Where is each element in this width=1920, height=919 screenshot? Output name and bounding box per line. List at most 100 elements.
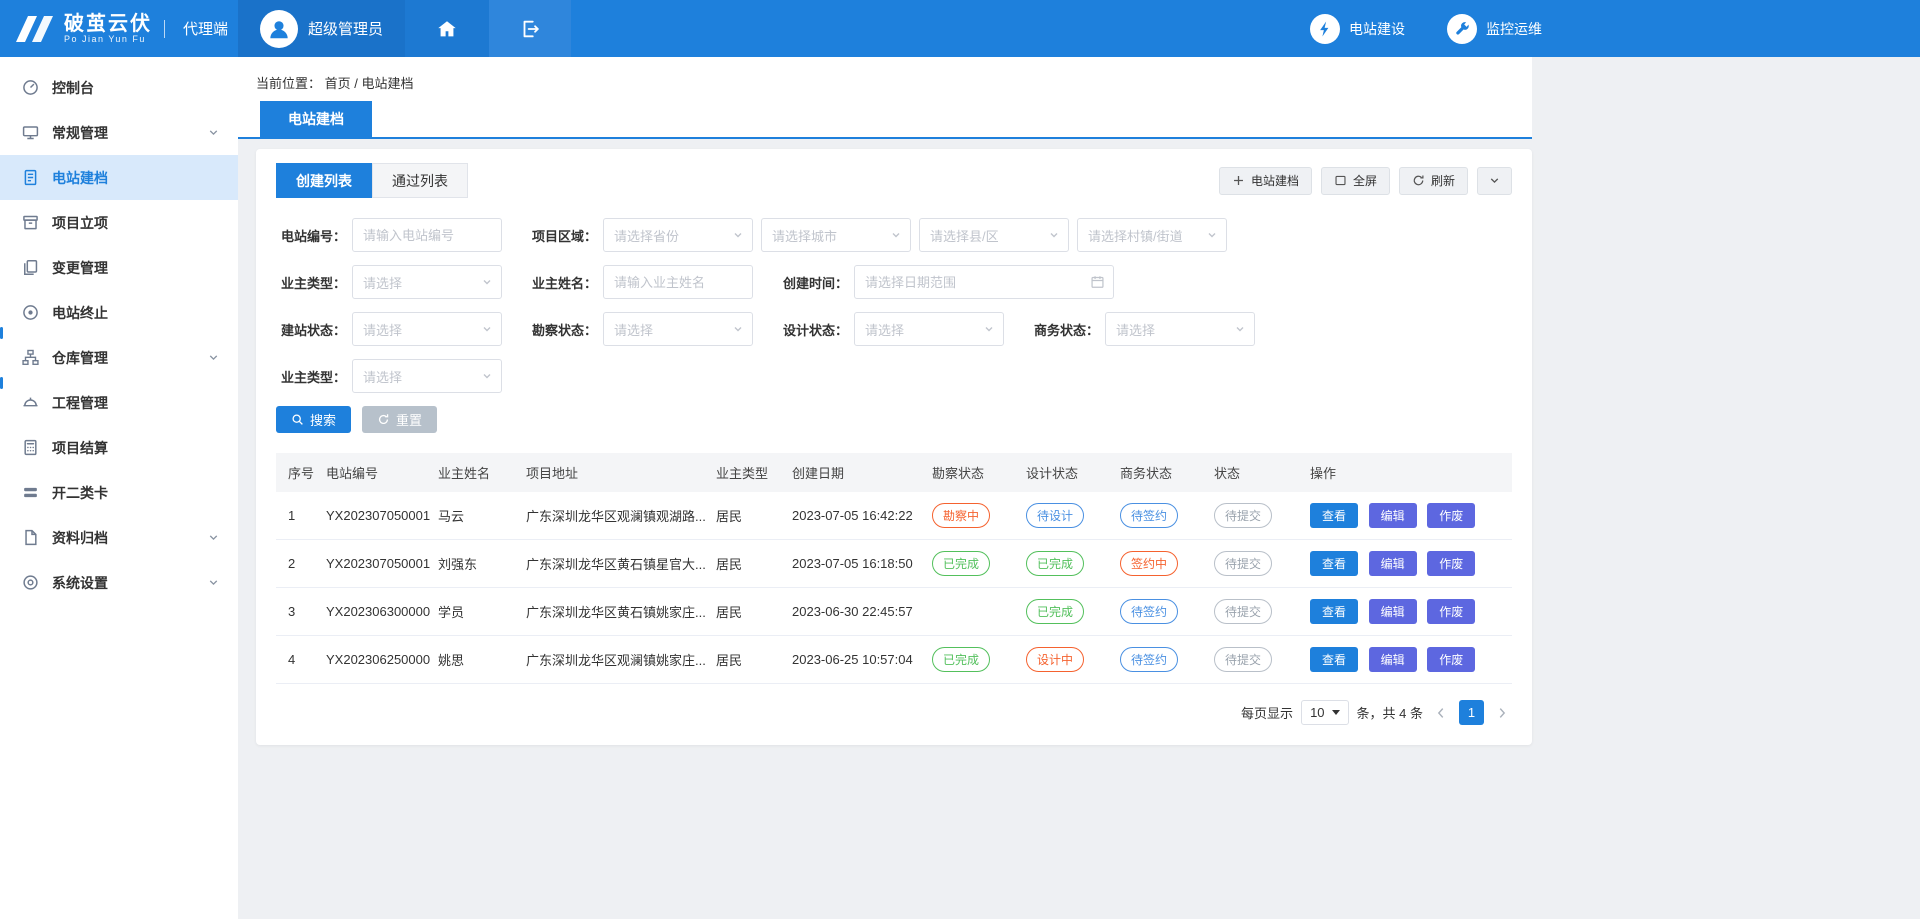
view-button[interactable]: 查看 (1310, 647, 1358, 672)
nav-station-construction[interactable]: 电站建设 (1310, 14, 1405, 44)
sidebar-item-label: 开二类卡 (52, 483, 108, 503)
sidebar-item-settings[interactable]: 系统设置 (0, 560, 238, 605)
chevron-down-icon (207, 351, 220, 364)
sidebar-item-station-filing[interactable]: 电站建档 (0, 155, 238, 200)
sidebar-item-engineering[interactable]: 工程管理 (0, 380, 238, 425)
nav-monitoring-label: 监控运维 (1486, 19, 1542, 39)
total-count-text: 条，共 4 条 (1357, 703, 1423, 722)
chevron-right-icon (1495, 706, 1509, 720)
refresh-label: 刷新 (1431, 172, 1455, 189)
build-status-select[interactable]: 请选择 (352, 312, 502, 346)
status-badge: 待提交 (1214, 551, 1272, 576)
breadcrumb-home-link[interactable]: 首页 (325, 76, 351, 91)
user-menu[interactable]: 超级管理员 (238, 0, 405, 57)
tab-passed-list[interactable]: 通过列表 (372, 163, 468, 198)
cell-code: YX2023070500010 (318, 540, 430, 588)
prev-page-button[interactable] (1431, 706, 1451, 720)
void-button[interactable]: 作废 (1427, 551, 1475, 576)
breadcrumb-separator: / (354, 76, 358, 91)
create-time-input[interactable] (854, 265, 1114, 299)
cell-code: YX2023063000009 (318, 588, 430, 636)
view-button[interactable]: 查看 (1310, 503, 1358, 528)
void-button[interactable]: 作废 (1427, 503, 1475, 528)
portal-label: 代理端 (183, 18, 228, 39)
search-button[interactable]: 搜索 (276, 406, 351, 433)
view-button[interactable]: 查看 (1310, 551, 1358, 576)
reset-label: 重置 (396, 410, 422, 429)
header-nav: 电站建设 监控运维 (1310, 0, 1920, 57)
edit-button[interactable]: 编辑 (1369, 551, 1417, 576)
cell-owner: 刘强东 (430, 540, 518, 588)
design-status-select[interactable]: 请选择 (854, 312, 1004, 346)
logout-button[interactable] (489, 0, 571, 57)
city-select[interactable]: 请选择城市 (761, 218, 911, 252)
col-type: 业主类型 (708, 453, 784, 492)
sidebar-item-change-management[interactable]: 变更管理 (0, 245, 238, 290)
province-select[interactable]: 请选择省份 (603, 218, 753, 252)
filter-form: 电站编号： 项目区域： 请选择省份 请选择城市 请选择县/区 请选择村镇/街道 … (276, 218, 1512, 433)
sidebar-item-station-termination[interactable]: 电站终止 (0, 290, 238, 335)
home-button[interactable] (405, 0, 489, 57)
station-code-input[interactable] (352, 218, 502, 252)
col-design: 设计状态 (1018, 453, 1112, 492)
business-status-placeholder: 请选择 (1116, 320, 1155, 339)
sidebar-item-project-initiation[interactable]: 项目立项 (0, 200, 238, 245)
survey-status-select[interactable]: 请选择 (603, 312, 753, 346)
gear-icon (22, 574, 39, 591)
table-row: 2 YX2023070500010 刘强东 广东深圳龙华区黄石镇星官大... 居… (276, 540, 1512, 588)
edit-button[interactable]: 编辑 (1369, 647, 1417, 672)
county-select[interactable]: 请选择县/区 (919, 218, 1069, 252)
survey-status-placeholder: 请选择 (614, 320, 653, 339)
refresh-icon (1412, 174, 1425, 187)
breadcrumb-current: 电站建档 (362, 76, 414, 91)
collapse-button[interactable] (1477, 167, 1512, 195)
document-icon (22, 169, 39, 186)
void-button[interactable]: 作废 (1427, 647, 1475, 672)
chevron-down-icon (481, 370, 493, 382)
calculator-icon (22, 439, 39, 456)
business-status-select[interactable]: 请选择 (1105, 312, 1255, 346)
sidebar-item-type2-card[interactable]: 开二类卡 (0, 470, 238, 515)
create-station-label: 电站建档 (1251, 172, 1299, 189)
owner-name-input[interactable] (603, 265, 753, 299)
reset-button[interactable]: 重置 (362, 406, 437, 433)
business-status-label: 商务状态： (1029, 320, 1099, 339)
sidebar-item-general[interactable]: 常规管理 (0, 110, 238, 155)
col-owner: 业主姓名 (430, 453, 518, 492)
cell-address: 广东深圳龙华区观澜镇观湖路... (518, 492, 708, 540)
nav-monitoring[interactable]: 监控运维 (1447, 14, 1542, 44)
chevron-down-icon (732, 229, 744, 241)
per-page-select[interactable]: 10 (1301, 700, 1348, 725)
refresh-button[interactable]: 刷新 (1399, 167, 1468, 195)
edit-button[interactable]: 编辑 (1369, 599, 1417, 624)
create-station-button[interactable]: 电站建档 (1219, 167, 1312, 195)
page-tab-station-filing[interactable]: 电站建档 (260, 101, 372, 137)
chevron-down-icon (1234, 323, 1246, 335)
town-select[interactable]: 请选择村镇/街道 (1077, 218, 1227, 252)
void-button[interactable]: 作废 (1427, 599, 1475, 624)
table-header-row: 序号 电站编号 业主姓名 项目地址 业主类型 创建日期 勘察状态 设计状态 商务… (276, 453, 1512, 492)
next-page-button[interactable] (1492, 706, 1512, 720)
sidebar-item-archive[interactable]: 资料归档 (0, 515, 238, 560)
search-icon (291, 413, 304, 426)
sidebar-item-label: 电站建档 (52, 168, 108, 188)
owner-type2-select[interactable]: 请选择 (352, 359, 502, 393)
survey-status-badge: 已完成 (932, 551, 990, 576)
logo-text: 破茧云伏 Po Jian Yun Fu (64, 13, 152, 45)
avatar (260, 10, 298, 48)
dashboard-icon (22, 79, 39, 96)
topbar: 当前位置： 首页 / 电站建档 电站建档 (238, 57, 1532, 139)
sidebar-item-settlement[interactable]: 项目结算 (0, 425, 238, 470)
sidebar-item-console[interactable]: 控制台 (0, 65, 238, 110)
sidebar-item-warehouse[interactable]: 仓库管理 (0, 335, 238, 380)
fullscreen-button[interactable]: 全屏 (1321, 167, 1390, 195)
cell-created: 2023-06-30 22:45:57 (784, 588, 924, 636)
owner-type-select[interactable]: 请选择 (352, 265, 502, 299)
edit-button[interactable]: 编辑 (1369, 503, 1417, 528)
owner-type-label: 业主类型： (276, 273, 346, 292)
view-button[interactable]: 查看 (1310, 599, 1358, 624)
tab-create-list[interactable]: 创建列表 (276, 163, 372, 198)
page-1-button[interactable]: 1 (1459, 700, 1484, 725)
file-icon (22, 529, 39, 546)
per-page-label: 每页显示 (1241, 703, 1293, 722)
